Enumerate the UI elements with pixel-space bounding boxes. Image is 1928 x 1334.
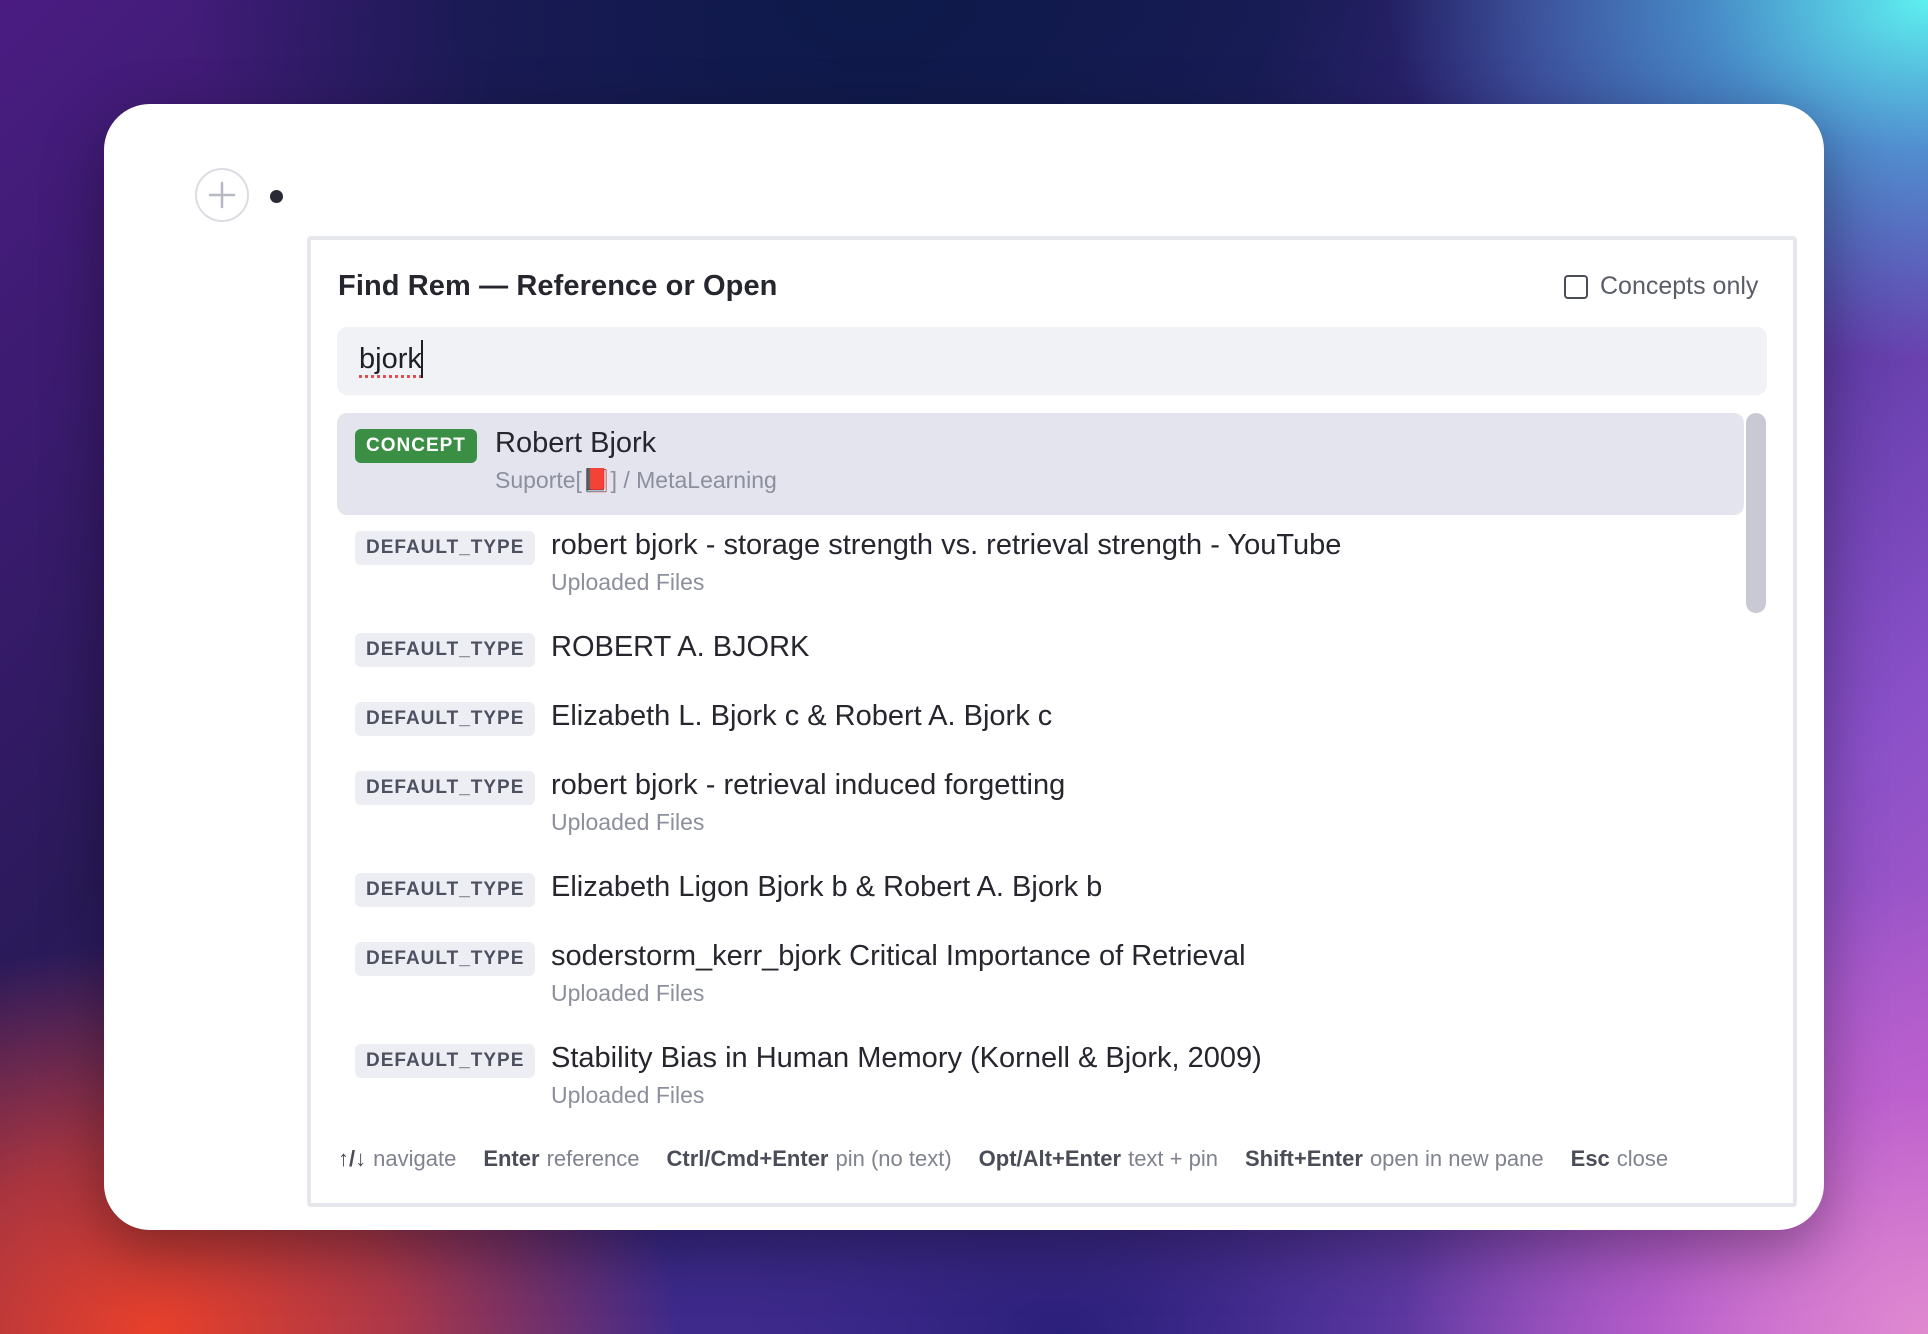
result-path: Uploaded Files (551, 1082, 705, 1108)
hint-key: Shift+Enter (1244, 1146, 1363, 1171)
result-title: robert bjork - retrieval induced forgett… (551, 769, 1066, 801)
hint-key: Enter (483, 1146, 540, 1171)
add-button[interactable] (195, 168, 249, 222)
result-title: Stability Bias in Human Memory (Kornell … (551, 1042, 1262, 1074)
result-path: Uploaded Files (551, 980, 705, 1006)
hint-label: reference (546, 1146, 640, 1171)
search-input[interactable]: bjork (359, 343, 422, 376)
hint-label: pin (no text) (835, 1146, 952, 1171)
hint-label: open in new pane (1369, 1146, 1544, 1171)
result-row[interactable]: DEFAULT_TYPE Elizabeth L. Bjork c & Robe… (337, 686, 1744, 755)
result-title: robert bjork - storage strength vs. retr… (551, 529, 1342, 561)
type-badge: DEFAULT_TYPE (355, 873, 536, 907)
hint-label: navigate (373, 1146, 457, 1171)
text-caret (421, 340, 423, 378)
type-badge: DEFAULT_TYPE (355, 1044, 536, 1078)
concepts-only-toggle[interactable]: Concepts only (1564, 272, 1758, 301)
type-badge: DEFAULT_TYPE (355, 531, 536, 565)
result-row[interactable]: DEFAULT_TYPE robert bjork - storage stre… (337, 515, 1744, 617)
hint-text-pin: Opt/Alt+Enter text + pin (979, 1146, 1218, 1172)
result-title: ROBERT A. BJORK (551, 631, 810, 663)
plus-icon (208, 181, 236, 209)
hint-navigate: ↑/↓ navigate (338, 1146, 456, 1172)
hint-pin: Ctrl/Cmd+Enter pin (no text) (667, 1146, 952, 1172)
result-row[interactable]: DEFAULT_TYPE Stability Bias in Human Mem… (337, 1028, 1744, 1123)
result-title: Robert Bjork (495, 427, 657, 459)
type-badge: DEFAULT_TYPE (355, 633, 536, 667)
result-path: Uploaded Files (551, 809, 705, 835)
type-badge: DEFAULT_TYPE (355, 702, 536, 736)
result-title: Elizabeth Ligon Bjork b & Robert A. Bjor… (551, 871, 1103, 903)
hint-key: Esc (1570, 1146, 1610, 1171)
search-box[interactable]: bjork (337, 327, 1767, 395)
hint-key: ↑/↓ (338, 1146, 367, 1171)
results-scrollbar[interactable] (1746, 413, 1766, 613)
hint-close: Esc close (1571, 1146, 1669, 1172)
results-list: CONCEPT Robert Bjork Suporte[📕] / MetaLe… (337, 413, 1744, 1123)
result-path: Uploaded Files (551, 569, 705, 595)
result-title: soderstorm_kerr_bjork Critical Importanc… (551, 940, 1246, 972)
result-row[interactable]: DEFAULT_TYPE Elizabeth Ligon Bjork b & R… (337, 857, 1744, 926)
hint-label: text + pin (1128, 1146, 1218, 1171)
hint-label: close (1616, 1146, 1669, 1171)
type-badge: DEFAULT_TYPE (355, 942, 536, 976)
result-title: Elizabeth L. Bjork c & Robert A. Bjork c (551, 700, 1053, 732)
concepts-only-label: Concepts only (1600, 272, 1759, 300)
hint-new-pane: Shift+Enter open in new pane (1245, 1146, 1544, 1172)
result-path: Suporte[📕] / MetaLearning (495, 467, 777, 493)
result-row-concept[interactable]: CONCEPT Robert Bjork Suporte[📕] / MetaLe… (337, 413, 1744, 515)
hint-reference: Enter reference (483, 1146, 639, 1172)
dialog-title: Find Rem — Reference or Open (338, 270, 778, 302)
type-badge: DEFAULT_TYPE (355, 771, 536, 805)
hint-key: Opt/Alt+Enter (978, 1146, 1122, 1171)
result-row[interactable]: DEFAULT_TYPE ROBERT A. BJORK (337, 617, 1744, 686)
concepts-only-checkbox[interactable] (1564, 274, 1588, 299)
result-row[interactable]: DEFAULT_TYPE robert bjork - retrieval in… (337, 755, 1744, 857)
concept-badge: CONCEPT (355, 429, 477, 463)
bullet-icon[interactable] (270, 190, 283, 203)
keyboard-hints: ↑/↓ navigate Enter reference Ctrl/Cmd+En… (338, 1146, 1668, 1172)
hint-key: Ctrl/Cmd+Enter (666, 1146, 829, 1171)
result-row[interactable]: DEFAULT_TYPE soderstorm_kerr_bjork Criti… (337, 926, 1744, 1028)
